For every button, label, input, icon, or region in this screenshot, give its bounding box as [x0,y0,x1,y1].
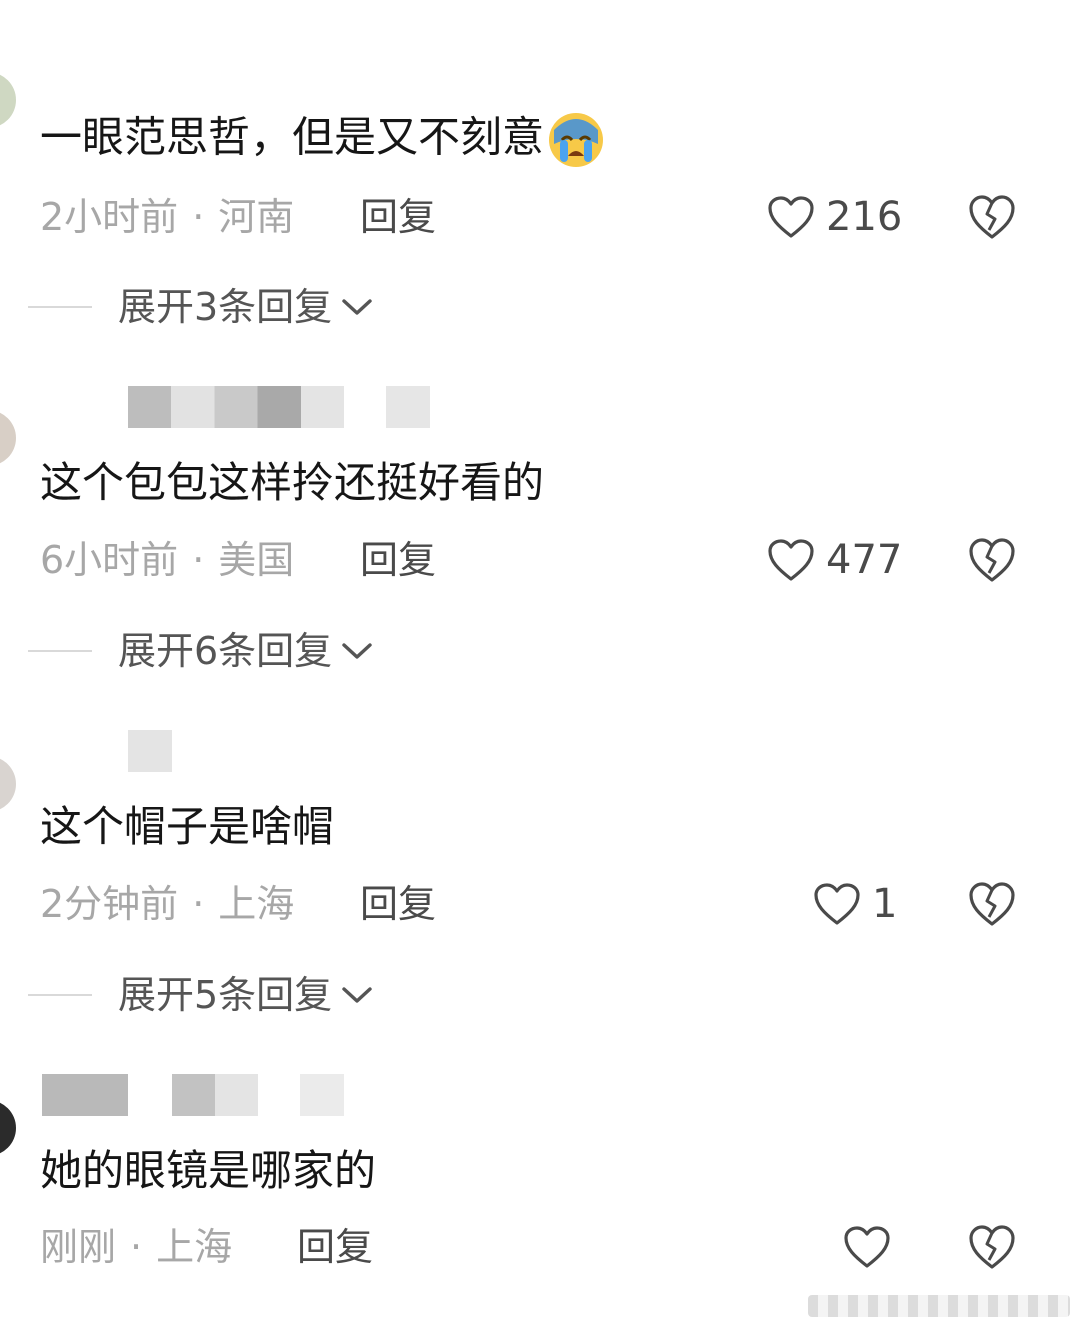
divider [28,650,92,652]
loudly-crying-face-icon [549,113,604,167]
username-redacted [300,1074,344,1116]
broken-heart-icon [969,195,1015,239]
reply-button[interactable]: 回复 [360,535,436,585]
chevron-down-icon [342,987,372,1003]
username-redacted [128,730,172,772]
expand-replies-label: 展开3条回复 [118,285,333,329]
separator-dot: · [192,882,205,926]
avatar[interactable] [0,410,16,466]
like-count: 477 [826,537,903,583]
avatar[interactable] [0,72,16,128]
chevron-down-icon [342,299,372,315]
like-count: 216 [826,194,903,240]
dislike-button[interactable] [966,192,1018,242]
separator-dot: · [130,1225,143,1269]
heart-outline-icon [768,539,814,581]
comment-time: 2小时前 [40,195,179,239]
comment-location: 上海 [218,882,295,926]
broken-heart-icon [969,882,1015,926]
comment-time: 刚刚 [40,1225,117,1269]
reply-button[interactable]: 回复 [360,879,436,929]
like-button[interactable]: 477 [766,535,902,585]
expand-replies[interactable]: 展开6条回复 [28,626,374,676]
username-redacted [42,1074,128,1116]
comment-text: 这个帽子是啥帽 [40,802,335,851]
expand-replies-label: 展开6条回复 [118,629,333,673]
separator-dot: · [192,538,205,582]
comment-text: 一眼范思哲，但是又不刻意 [40,110,606,170]
comment-meta: 刚刚 · 上海 [40,1222,232,1272]
comment-time: 6小时前 [40,538,179,582]
comment-text: 她的眼镜是哪家的 [40,1146,377,1195]
comment-meta: 2小时前 · 河南 [40,192,294,242]
comment-location: 河南 [218,195,295,239]
username-redacted [128,386,344,428]
reply-button[interactable]: 回复 [360,192,436,242]
expand-replies[interactable]: 展开5条回复 [28,970,374,1020]
heart-outline-icon [844,1226,890,1268]
dislike-button[interactable] [966,1222,1018,1272]
comment-location: 上海 [156,1225,233,1269]
dislike-button[interactable] [966,879,1018,929]
broken-heart-icon [969,1225,1015,1269]
dislike-button[interactable] [966,535,1018,585]
comment-location: 美国 [218,538,295,582]
divider [28,306,92,308]
avatar[interactable] [0,756,16,812]
like-count: 1 [872,881,898,927]
avatar[interactable] [0,1100,16,1156]
expand-replies[interactable]: 展开3条回复 [28,282,374,332]
reply-button[interactable]: 回复 [297,1222,373,1272]
comment-text: 这个包包这样拎还挺好看的 [40,458,545,507]
like-button[interactable]: 216 [766,192,902,242]
like-button[interactable]: 1 [812,879,897,929]
chevron-down-icon [342,643,372,659]
heart-outline-icon [814,883,860,925]
comment-text-content: 一眼范思哲，但是又不刻意 [40,112,545,162]
broken-heart-icon [969,538,1015,582]
like-button[interactable] [842,1222,892,1272]
username-redacted [386,386,430,428]
comment-time: 2分钟前 [40,882,179,926]
comment-meta: 2分钟前 · 上海 [40,879,294,929]
divider [28,994,92,996]
expand-replies-label: 展开5条回复 [118,973,333,1017]
heart-outline-icon [768,196,814,238]
username-redacted [172,1074,258,1116]
comment-meta: 6小时前 · 美国 [40,535,294,585]
separator-dot: · [192,195,205,239]
home-indicator [808,1295,1070,1317]
